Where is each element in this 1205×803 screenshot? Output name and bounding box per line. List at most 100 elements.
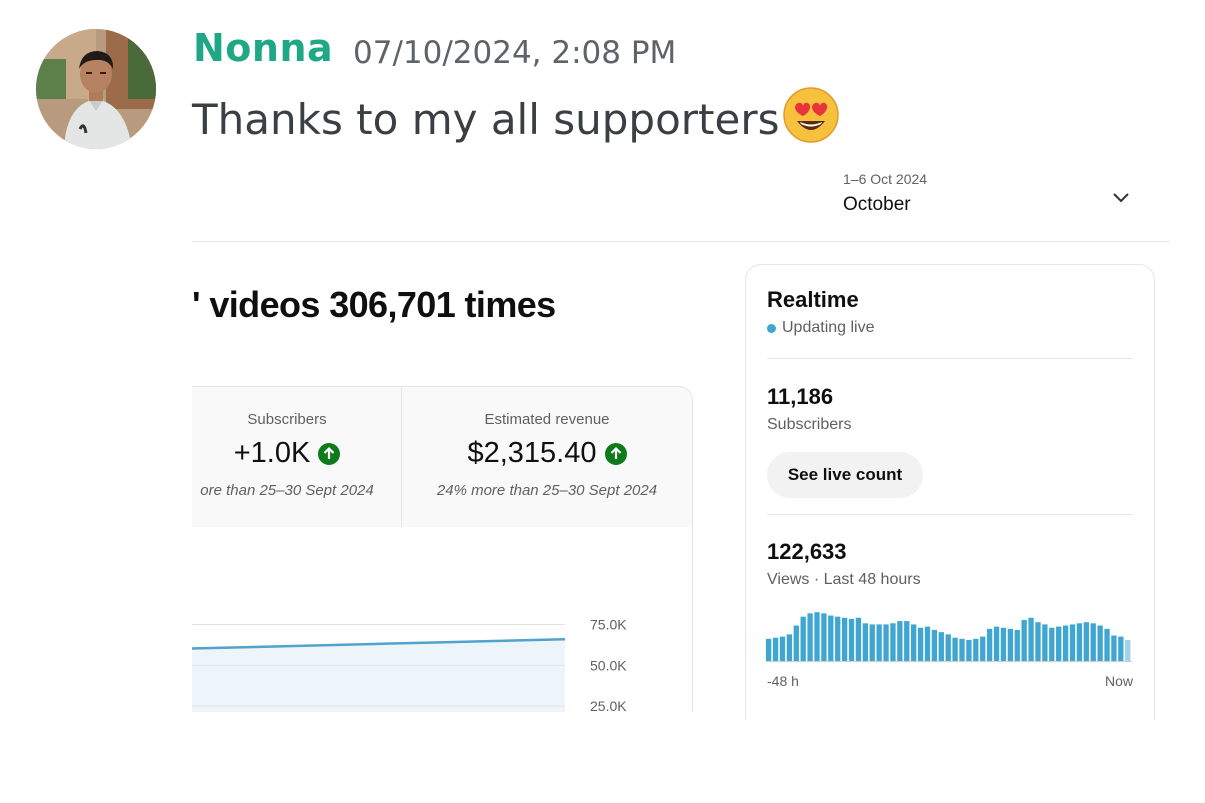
avatar[interactable] <box>36 29 156 149</box>
realtime-bar <box>1076 623 1083 661</box>
realtime-bar <box>1049 627 1055 661</box>
trend-up-icon <box>604 442 627 465</box>
realtime-bar <box>952 637 958 661</box>
realtime-bar <box>980 636 986 661</box>
realtime-bar <box>821 613 827 661</box>
analytics-screenshot: 1–6 Oct 2024 October ' videos 306,701 ti… <box>192 160 1172 720</box>
metric-comparison: ore than 25–30 Sept 2024 <box>200 482 374 499</box>
realtime-bar <box>1056 626 1062 661</box>
realtime-bar <box>1007 628 1014 661</box>
realtime-card: Realtime Updating live 11,186 Subscriber… <box>745 264 1155 720</box>
chevron-down-icon[interactable] <box>1110 186 1132 208</box>
realtime-bar <box>766 638 772 661</box>
realtime-bar <box>1035 622 1041 661</box>
series-area <box>192 639 565 712</box>
date-range-label: 1–6 Oct 2024 <box>843 171 928 187</box>
realtime-bar <box>945 634 951 661</box>
realtime-bar <box>917 627 924 661</box>
realtime-bar <box>973 638 979 661</box>
realtime-bar <box>1111 635 1117 661</box>
heart-eyes-emoji-icon <box>782 86 840 144</box>
subscriber-count: 11,186 <box>767 384 834 409</box>
message-text: Thanks to my all supporters <box>192 95 780 144</box>
realtime-bar <box>1083 622 1089 661</box>
realtime-bar <box>986 628 993 661</box>
realtime-bar <box>862 623 868 661</box>
message-text-row: Thanks to my all supporters <box>192 86 840 144</box>
realtime-bar <box>828 615 834 661</box>
realtime-bar <box>966 639 972 661</box>
metric-label: Estimated revenue <box>484 411 610 428</box>
realtime-bar <box>959 638 965 661</box>
metric-cards: Subscribers +1.0K ore than 25–30 Sept 20… <box>192 386 693 529</box>
metric-card-subscribers[interactable]: Subscribers +1.0K ore than 25–30 Sept 20… <box>192 387 401 528</box>
views-chart: 75.0K 50.0K 25.0K <box>192 527 693 712</box>
realtime-bar <box>924 626 931 661</box>
live-dot-icon <box>767 323 776 333</box>
realtime-divider <box>767 514 1133 515</box>
metric-value-row: +1.0K <box>192 437 401 470</box>
views-count: 122,633 <box>767 539 847 564</box>
realtime-bar <box>938 632 944 661</box>
realtime-bar <box>1097 625 1103 661</box>
realtime-bar <box>993 626 1000 661</box>
realtime-bar <box>1000 627 1007 661</box>
bars-baseline <box>766 661 1132 662</box>
views-headline: ' videos 306,701 times <box>192 284 556 325</box>
axis-end-label: Now <box>1104 673 1133 689</box>
realtime-bar <box>911 624 917 661</box>
trend-up-icon <box>318 442 341 465</box>
metric-value-row: $2,315.40 <box>402 437 692 470</box>
realtime-bar <box>807 613 813 661</box>
metric-label: Subscribers <box>247 411 327 428</box>
y-tick-label: 75.0K <box>590 617 627 633</box>
realtime-bar <box>1062 625 1069 661</box>
realtime-bar <box>855 617 862 661</box>
realtime-bar <box>876 624 882 661</box>
realtime-bar <box>1125 639 1131 661</box>
realtime-bar <box>1042 624 1048 661</box>
realtime-status-text: Updating live <box>782 319 875 336</box>
metric-value: +1.0K <box>233 437 311 469</box>
date-range-selector[interactable]: October <box>843 194 911 216</box>
realtime-bar <box>1118 636 1124 661</box>
realtime-bar <box>904 621 910 661</box>
realtime-bar <box>800 616 806 661</box>
realtime-bar <box>897 621 903 661</box>
y-tick-label: 50.0K <box>590 657 627 673</box>
message-author[interactable]: Nonna <box>193 26 333 70</box>
metric-value: $2,315.40 <box>467 437 597 469</box>
realtime-bar <box>779 636 786 661</box>
see-live-count-button[interactable]: See live count <box>767 452 923 498</box>
realtime-bar <box>848 618 855 661</box>
realtime-bar <box>931 629 938 661</box>
views-chart-svg: 75.0K 50.0K 25.0K <box>192 617 627 712</box>
realtime-bar <box>1014 629 1020 661</box>
realtime-divider <box>767 358 1133 359</box>
metric-card-revenue[interactable]: Estimated revenue $2,315.40 24% more tha… <box>402 387 692 528</box>
realtime-bar <box>814 612 820 661</box>
metric-comparison: 24% more than 25–30 Sept 2024 <box>436 482 658 499</box>
realtime-bar <box>883 624 889 661</box>
subscriber-label: Subscribers <box>767 416 852 433</box>
y-tick-label: 25.0K <box>590 698 627 712</box>
header-divider <box>192 241 1170 242</box>
avatar-photo <box>36 29 156 149</box>
message-timestamp: 07/10/2024, 2:08 PM <box>353 35 677 71</box>
realtime-bar <box>1021 619 1027 661</box>
realtime-bar <box>841 617 848 661</box>
axis-start-label: -48 h <box>767 673 799 689</box>
realtime-bar <box>890 623 896 661</box>
realtime-status: Updating live <box>767 319 875 337</box>
realtime-title: Realtime <box>767 287 859 312</box>
realtime-bar <box>869 624 875 661</box>
realtime-bar <box>1090 623 1096 661</box>
realtime-bar <box>1104 628 1110 661</box>
realtime-bar <box>1069 624 1076 661</box>
realtime-bar <box>772 637 779 661</box>
realtime-bar <box>835 616 841 661</box>
realtime-views-bars <box>766 612 1131 661</box>
realtime-bar <box>1028 617 1034 661</box>
views-label: Views · Last 48 hours <box>767 571 921 588</box>
realtime-bar <box>786 634 793 661</box>
